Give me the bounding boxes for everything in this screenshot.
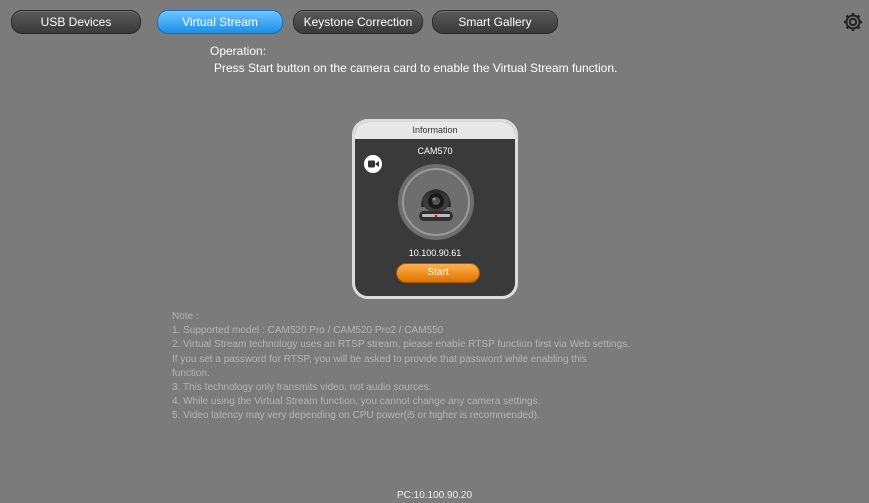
operation-text: Press Start button on the camera card to…	[214, 61, 618, 75]
ptz-camera-icon	[398, 164, 474, 240]
video-camera-icon[interactable]	[364, 155, 382, 173]
card-header: Information	[355, 122, 515, 139]
note-line: 1. Supported model : CAM520 Pro / CAM520…	[172, 325, 444, 337]
note-line: 5. Video latency may very depending on C…	[172, 410, 540, 422]
camera-model: CAM570	[417, 146, 453, 156]
tab-smart-gallery[interactable]: Smart Gallery	[432, 10, 558, 34]
note-line: 2. Virtual Stream technology uses an RTS…	[172, 339, 631, 351]
note-line: function.	[172, 367, 210, 379]
notes-section: Note : 1. Supported model : CAM520 Pro /…	[172, 310, 712, 424]
tab-usb-devices[interactable]: USB Devices	[11, 10, 141, 34]
tab-virtual-stream[interactable]: Virtual Stream	[157, 10, 283, 34]
note-line: 3. This technology only transmits video,…	[172, 382, 432, 394]
pc-ip-address: PC:10.100.90.20	[396, 490, 473, 501]
start-button[interactable]: Start	[397, 264, 479, 282]
note-line: If you set a password for RTSP, you will…	[172, 353, 587, 365]
camera-card: Information CAM570 10.100.90.61 Start	[352, 119, 518, 299]
operation-title: Operation:	[210, 44, 267, 58]
note-line: 4. While using the Virtual Stream functi…	[172, 396, 541, 408]
camera-ip: 10.100.90.61	[408, 248, 462, 258]
gear-icon[interactable]	[843, 12, 863, 32]
notes-title: Note :	[172, 311, 199, 322]
tab-keystone-correction[interactable]: Keystone Correction	[293, 10, 423, 34]
